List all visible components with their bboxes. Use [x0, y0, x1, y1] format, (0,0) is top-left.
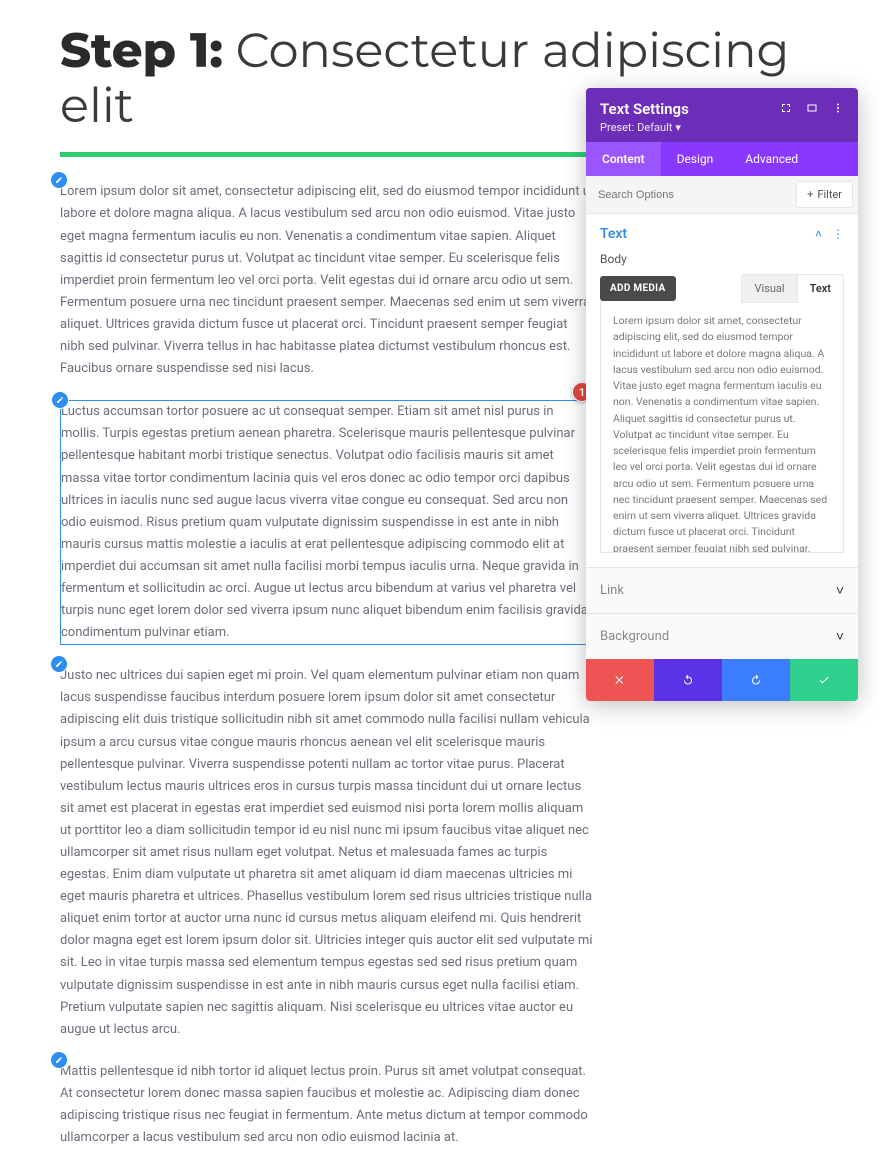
undo-button[interactable] — [654, 659, 722, 701]
redo-button[interactable] — [722, 659, 790, 701]
add-media-button[interactable]: ADD MEDIA — [600, 276, 676, 301]
save-button[interactable] — [790, 659, 858, 701]
paragraph-text: Mattis pellentesque id nibh tortor id al… — [60, 1064, 588, 1145]
chevron-down-icon: ▾ — [675, 121, 681, 134]
text-section-header[interactable]: Text ˄ ⋮ — [586, 214, 858, 248]
chevron-down-icon: ˅ — [836, 628, 844, 645]
paragraph-3[interactable]: Justo nec ultrices dui sapien eget mi pr… — [60, 665, 595, 1041]
panel-tabs: Content Design Advanced — [586, 142, 858, 176]
mode-text[interactable]: Text — [797, 274, 844, 303]
body-label: Body — [586, 248, 858, 274]
tab-design[interactable]: Design — [661, 142, 730, 176]
edit-handle-icon[interactable] — [51, 1052, 67, 1068]
paragraph-1[interactable]: Lorem ipsum dolor sit amet, consectetur … — [60, 181, 595, 380]
more-icon[interactable]: ⋮ — [832, 227, 844, 241]
panel-header[interactable]: Text Settings Preset: Default ▾ — [586, 88, 858, 142]
title-step: Step 1: — [60, 22, 223, 80]
editor-textarea[interactable]: Lorem ipsum dolor sit amet, consectetur … — [600, 303, 844, 553]
modal-icon[interactable] — [806, 102, 818, 117]
paragraph-2-selected[interactable]: Luctus accumsan tortor posuere ac ut con… — [60, 400, 595, 645]
close-icon — [614, 674, 626, 686]
redo-icon — [750, 674, 762, 686]
panel-title: Text Settings — [600, 100, 689, 118]
tab-advanced[interactable]: Advanced — [729, 142, 814, 176]
chevron-up-icon: ˄ — [815, 227, 822, 241]
text-section: Text ˄ ⋮ Body ADD MEDIA Visual Text Lore… — [586, 214, 858, 567]
expand-icon[interactable] — [780, 102, 792, 117]
more-icon[interactable] — [832, 102, 844, 117]
background-accordion[interactable]: Background ˅ — [586, 613, 858, 659]
edit-handle-icon[interactable] — [51, 656, 67, 672]
paragraph-text: Justo nec ultrices dui sapien eget mi pr… — [60, 668, 593, 1037]
filter-button[interactable]: + Filter — [796, 181, 853, 208]
tab-content[interactable]: Content — [586, 142, 661, 176]
edit-handle-icon[interactable] — [51, 172, 67, 188]
text-settings-panel: Text Settings Preset: Default ▾ Content … — [586, 88, 858, 701]
paragraph-text: Lorem ipsum dolor sit amet, consectetur … — [60, 184, 594, 376]
undo-icon — [682, 674, 694, 686]
preset-selector[interactable]: Preset: Default ▾ — [600, 121, 844, 134]
chevron-down-icon: ˅ — [836, 582, 844, 599]
paragraph-text: Luctus accumsan tortor posuere ac ut con… — [61, 404, 588, 640]
cancel-button[interactable] — [586, 659, 654, 701]
search-row: + Filter — [586, 176, 858, 214]
paragraph-4[interactable]: Mattis pellentesque id nibh tortor id al… — [60, 1061, 595, 1149]
plus-icon: + — [807, 188, 813, 201]
panel-footer — [586, 659, 858, 701]
search-input[interactable] — [586, 179, 791, 211]
edit-handle-icon[interactable] — [52, 392, 68, 408]
title-underline — [60, 152, 592, 157]
check-icon — [818, 674, 830, 686]
editor-toolbar: ADD MEDIA Visual Text — [586, 274, 858, 303]
link-accordion[interactable]: Link ˅ — [586, 567, 858, 613]
mode-visual[interactable]: Visual — [741, 274, 796, 303]
